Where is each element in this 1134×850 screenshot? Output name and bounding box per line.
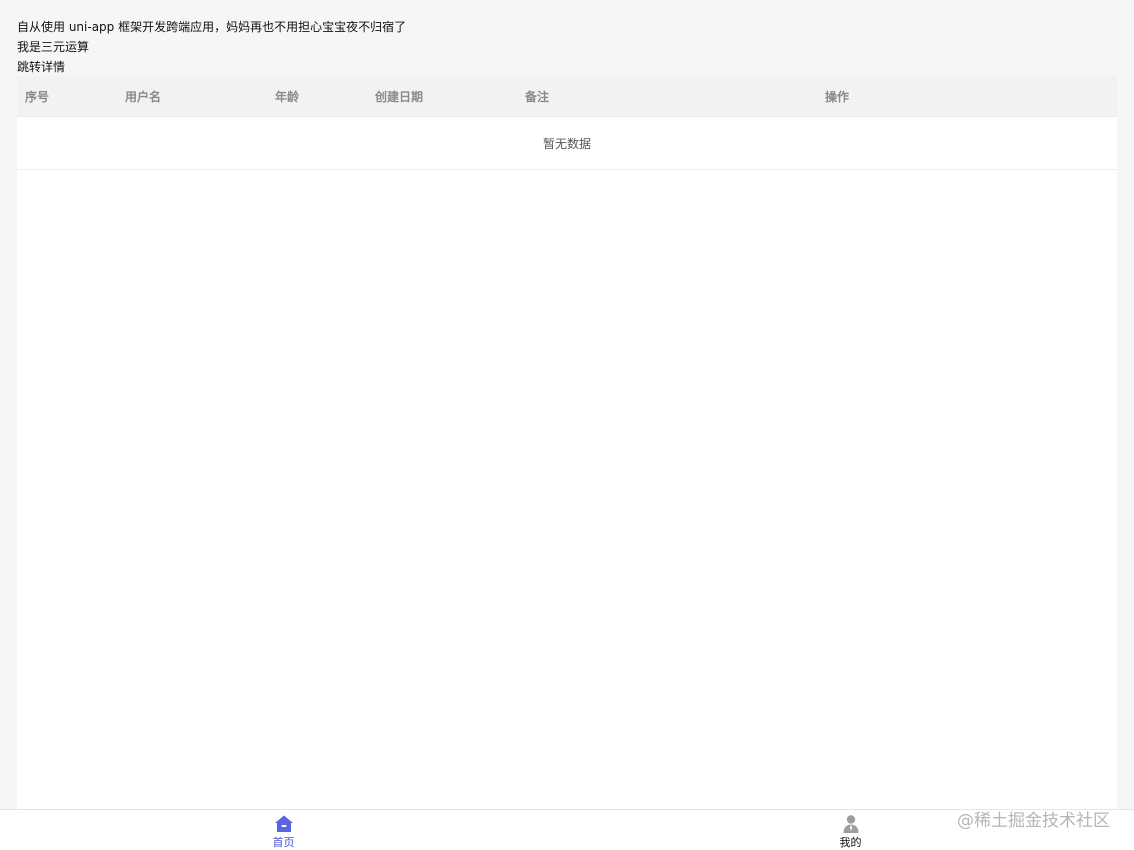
user-icon [843,815,858,833]
column-header-created-date: 创建日期 [375,89,424,104]
empty-state: 暂无数据 [17,117,1117,170]
page: 自从使用 uni-app 框架开发跨端应用，妈妈再也不用担心宝宝夜不归宿了 我是… [0,0,1134,850]
detail-link[interactable]: 跳转详情 [17,57,406,77]
column-header-username: 用户名 [125,89,162,104]
intro-line: 自从使用 uni-app 框架开发跨端应用，妈妈再也不用担心宝宝夜不归宿了 [17,20,407,34]
ternary-text: 我是三元运算 [17,40,90,54]
column-header-age: 年龄 [275,89,300,104]
tab-home[interactable]: 首页 [0,810,567,850]
intro-text-block: 自从使用 uni-app 框架开发跨端应用，妈妈再也不用担心宝宝夜不归宿了 我是… [17,17,406,77]
column-header-actions: 操作 [825,89,850,104]
column-header-remark: 备注 [525,89,550,104]
column-header-index: 序号 [25,89,50,104]
table-header-row: 序号 用户名 年龄 创建日期 备注 操作 [17,76,1117,117]
tab-label-home: 首页 [272,836,295,849]
home-icon [274,815,293,832]
tab-label-mine: 我的 [839,836,862,849]
user-table: 序号 用户名 年龄 创建日期 备注 操作 暂无数据 [17,76,1117,809]
watermark: @稀土掘金技术社区 [957,811,1110,831]
